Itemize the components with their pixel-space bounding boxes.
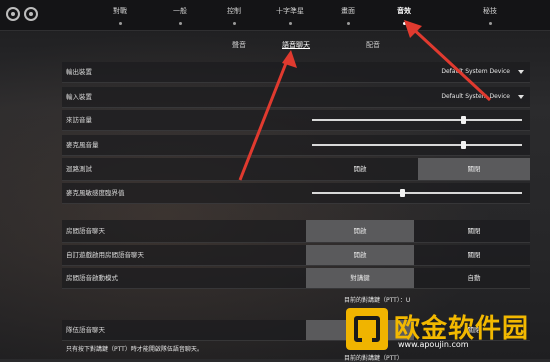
- watermark-logo-icon: [346, 308, 388, 350]
- watermark-url: www.apoujin.com: [398, 340, 469, 349]
- arrow-to-audio-tab: [404, 20, 492, 102]
- watermark: 欧金软件园 www.apoujin.com: [346, 306, 546, 356]
- arrow-to-voice-chat-tab: [238, 50, 297, 181]
